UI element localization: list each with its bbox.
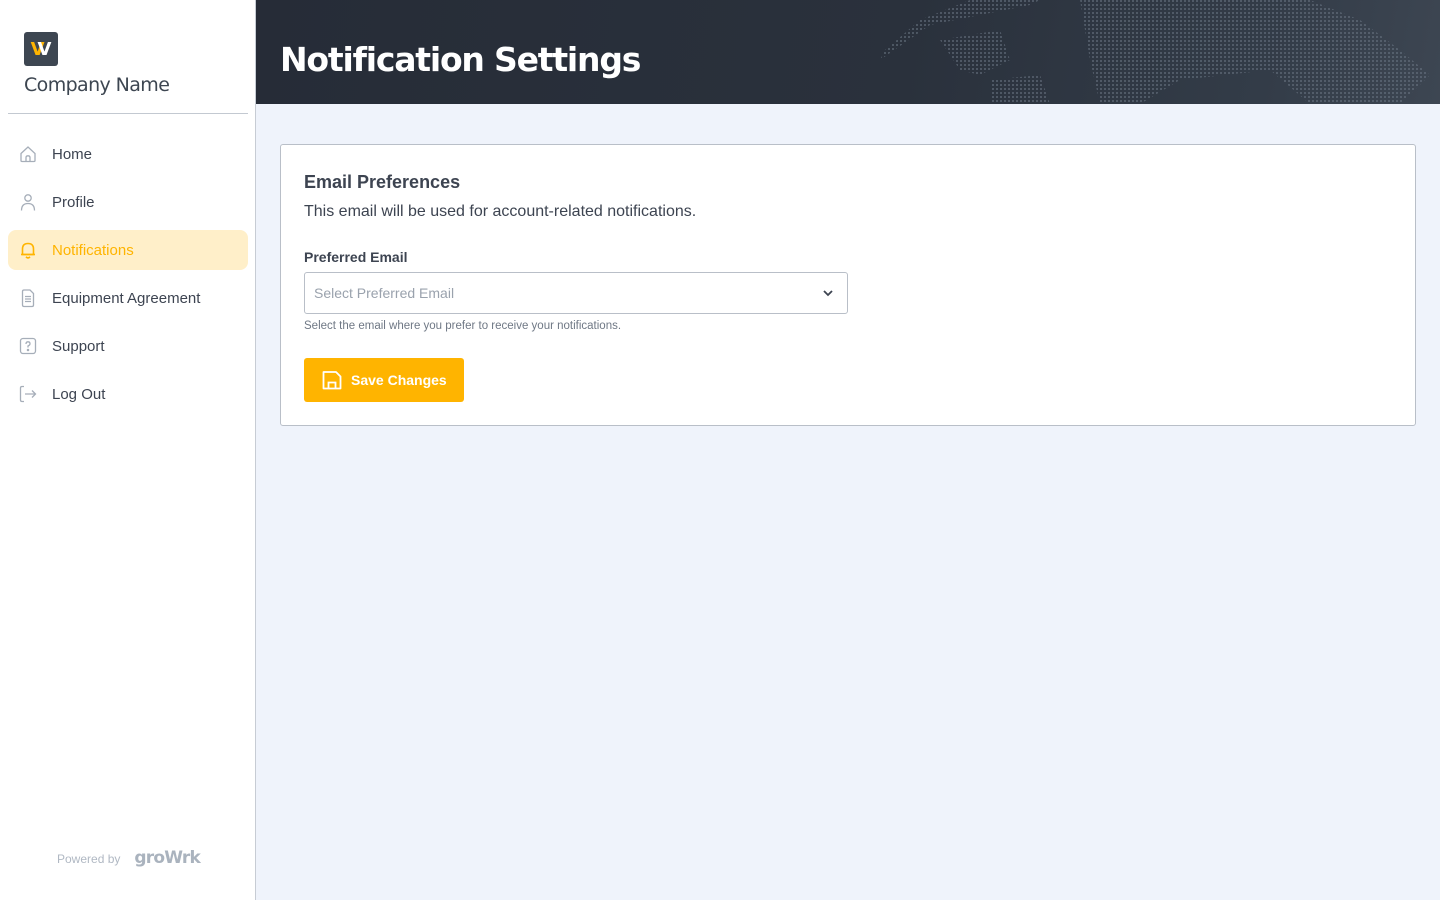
- question-icon: [18, 336, 38, 356]
- page-title: Notification Settings: [280, 40, 641, 79]
- page-header: Notification Settings: [256, 0, 1440, 104]
- sidebar-item-home[interactable]: Home: [8, 134, 248, 174]
- user-icon: [18, 192, 38, 212]
- email-preferences-card: Email Preferences This email will be use…: [280, 144, 1416, 426]
- sidebar-item-label: Equipment Agreement: [52, 289, 201, 307]
- chevron-down-icon: [823, 290, 833, 297]
- company-name: Company Name: [24, 74, 170, 96]
- world-map-decoration: [880, 0, 1430, 104]
- preferred-email-select[interactable]: Select Preferred Email: [304, 272, 848, 314]
- logout-icon: [18, 384, 38, 404]
- sidebar-item-profile[interactable]: Profile: [8, 182, 248, 222]
- bell-icon: [18, 240, 38, 260]
- sidebar-item-support[interactable]: Support: [8, 326, 248, 366]
- save-changes-label: Save Changes: [351, 372, 447, 388]
- sidebar-nav: Home Profile Notifications Equipment Agr…: [8, 134, 248, 422]
- save-icon: [322, 371, 342, 390]
- sidebar-item-log-out[interactable]: Log Out: [8, 374, 248, 414]
- select-placeholder: Select Preferred Email: [314, 285, 455, 301]
- save-changes-button[interactable]: Save Changes: [304, 358, 464, 402]
- home-icon: [18, 144, 38, 164]
- sidebar-item-label: Profile: [52, 193, 95, 211]
- sidebar-item-label: Notifications: [52, 241, 134, 259]
- preferred-email-label: Preferred Email: [304, 249, 408, 265]
- company-logo: VV: [24, 32, 58, 66]
- vendor-logo[interactable]: groWrk: [134, 848, 200, 868]
- powered-by-text: Powered by: [57, 852, 121, 866]
- powered-by: Powered by groWrk: [57, 848, 201, 868]
- sidebar: VV Company Name Home Profile Notificatio…: [0, 0, 256, 900]
- sidebar-item-label: Log Out: [52, 385, 106, 403]
- sidebar-item-equipment-agreement[interactable]: Equipment Agreement: [8, 278, 248, 318]
- sidebar-item-label: Support: [52, 337, 105, 355]
- section-title: Email Preferences: [304, 172, 461, 192]
- logo-mark: VV: [24, 32, 58, 66]
- document-icon: [18, 288, 38, 308]
- preferred-email-hint: Select the email where you prefer to rec…: [304, 320, 622, 332]
- section-description: This email will be used for account-rela…: [304, 203, 697, 220]
- sidebar-item-notifications[interactable]: Notifications: [8, 230, 248, 270]
- divider: [8, 113, 248, 114]
- sidebar-item-label: Home: [52, 145, 93, 163]
